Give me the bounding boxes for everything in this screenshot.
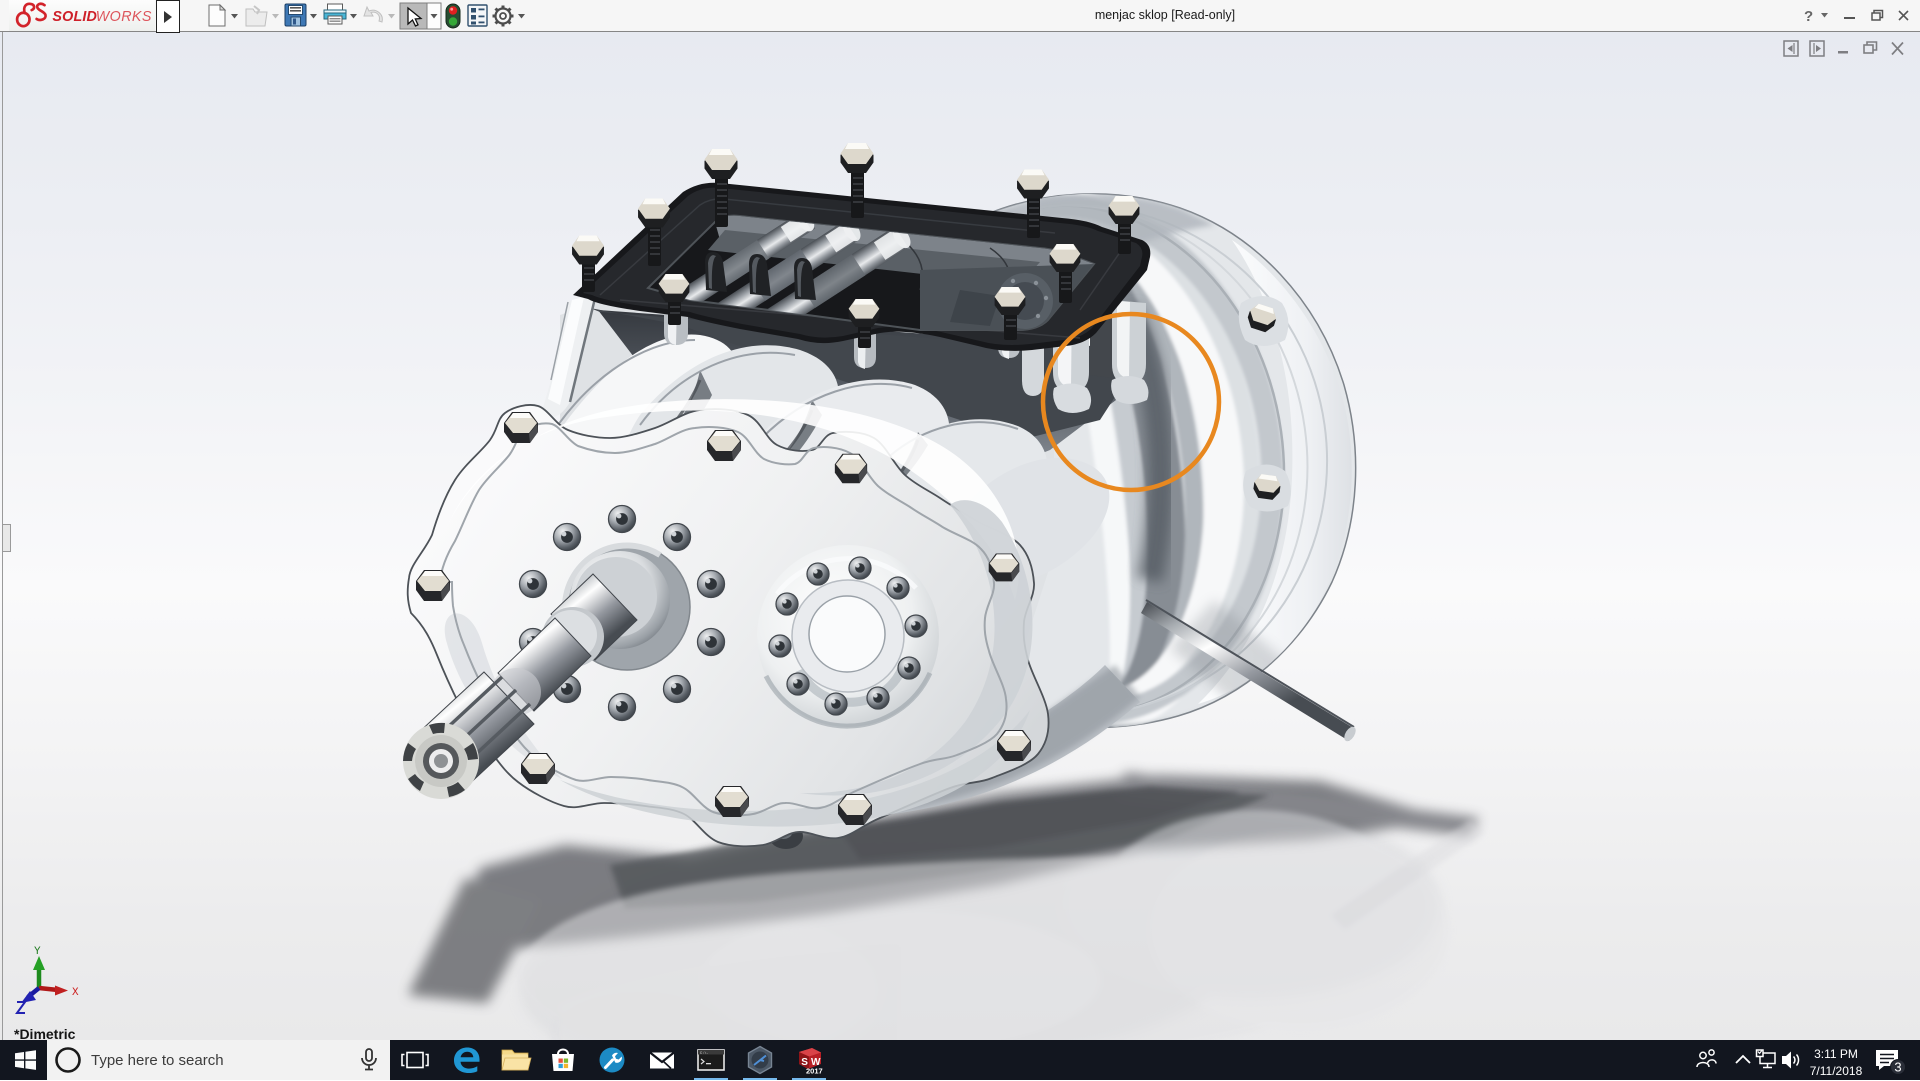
svg-text:2017: 2017 xyxy=(806,1067,823,1076)
svg-text:?: ? xyxy=(1804,8,1813,25)
svg-text:3: 3 xyxy=(1894,1060,1901,1075)
svg-text:X: X xyxy=(72,987,79,999)
svg-text:C:\.: C:\. xyxy=(700,1051,709,1056)
svg-text:Y: Y xyxy=(34,946,41,958)
